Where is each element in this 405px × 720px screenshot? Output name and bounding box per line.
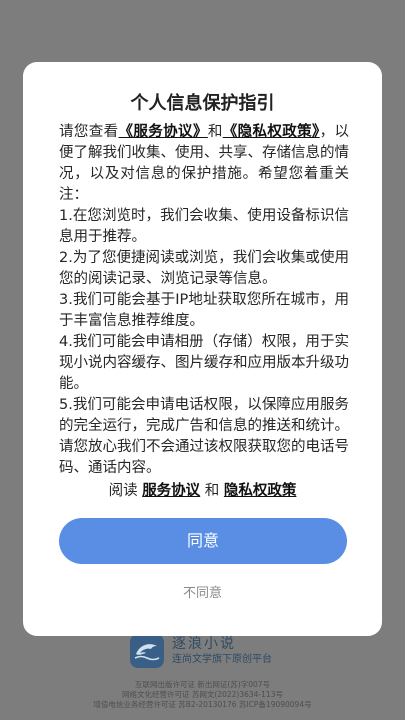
policy-item: 2.为了您便捷阅读或浏览，我们会收集或使用您的阅读记录、浏览记录等信息。 <box>59 250 349 287</box>
app-name: 逐浪小说 <box>172 636 236 652</box>
policy-item: 4.我们可能会申请相册（存储）权限，用于实现小说内容缓存、图片缓存和应用版本升级… <box>59 334 349 392</box>
legal-line: 互联网出版许可证 新出网证(苏)字007号 <box>134 680 271 689</box>
disagree-button[interactable]: 不同意 <box>23 584 382 604</box>
splash-brand: 逐浪小说 连尚文学旗下原创平台 <box>130 634 272 668</box>
intro-paragraph: 请您查看《服务协议》和《隐私权政策》，以便了解我们收集、使用、共享、存储信息的情… <box>59 122 349 206</box>
policy-item: 3.我们可能会基于IP地址获取您所在城市，用于丰富信息推荐维度。 <box>59 292 349 329</box>
app-tagline: 连尚文学旗下原创平台 <box>172 654 272 665</box>
agree-button[interactable]: 同意 <box>59 518 347 564</box>
privacy-dialog: 个人信息保护指引 请您查看《服务协议》和《隐私权政策》，以便了解我们收集、使用、… <box>23 62 382 636</box>
privacy-text-scroll[interactable]: 请您查看《服务协议》和《隐私权政策》，以便了解我们收集、使用、共享、存储信息的情… <box>59 122 349 524</box>
read-prefix: 阅读 <box>108 483 138 499</box>
legal-line: 网络文化经营许可证 苏网文(2022)3634-113号 <box>122 690 283 699</box>
read-service-link[interactable]: 服务协议 <box>142 483 200 499</box>
dialog-title: 个人信息保护指引 <box>130 93 275 114</box>
intro-and: 和 <box>207 124 223 140</box>
privacy-policy-link[interactable]: 《隐私权政策》 <box>223 124 320 140</box>
read-agreements-line: 阅读 服务协议 和 隐私权政策 <box>23 480 382 502</box>
legal-info: 互联网出版许可证 新出网证(苏)字007号 网络文化经营许可证 苏网文(2022… <box>0 680 405 710</box>
legal-line: 增值电信业务经营许可证 苏B2-20130176 苏ICP备19090094号 <box>93 700 312 709</box>
splash-texts: 逐浪小说 连尚文学旗下原创平台 <box>172 635 272 667</box>
policy-item: 5.我们可能会申请电话权限，以保障应用服务的完全运行，完成广告和信息的推送和统计… <box>59 397 349 476</box>
policy-item: 1.在您浏览时，我们会收集、使用设备标识信息用于推荐。 <box>59 208 349 245</box>
dolphin-icon <box>130 634 164 668</box>
read-privacy-link[interactable]: 隐私权政策 <box>224 483 297 499</box>
intro-before: 请您查看 <box>59 124 119 140</box>
service-agreement-link[interactable]: 《服务协议》 <box>119 124 208 140</box>
read-and: 和 <box>204 483 220 499</box>
